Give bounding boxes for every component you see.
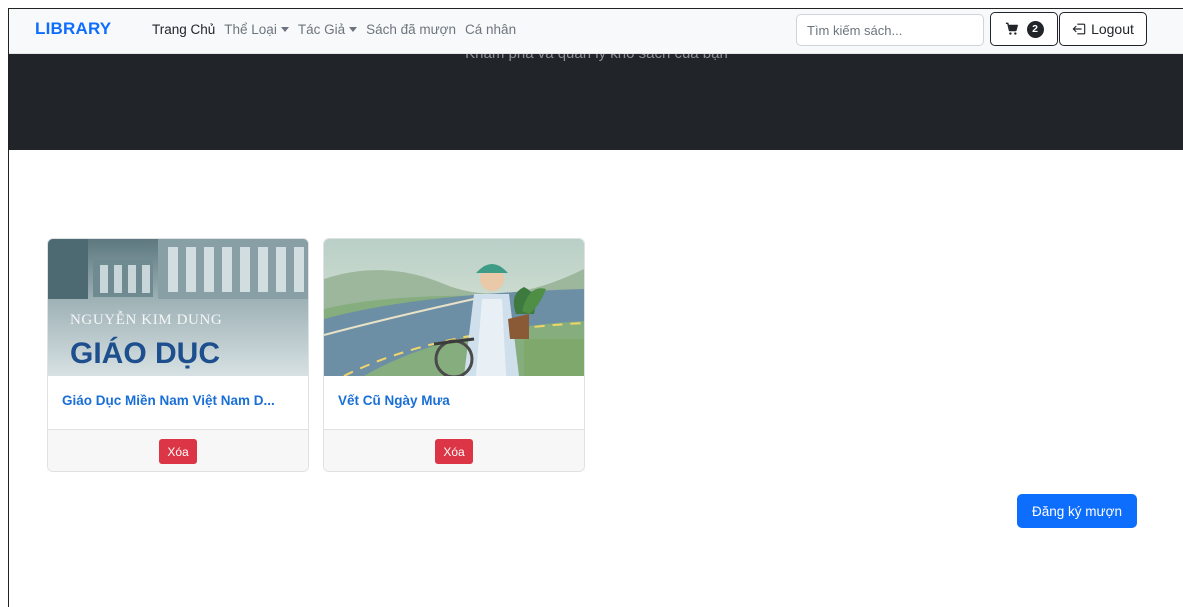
caret-down-icon: [280, 27, 289, 32]
nav-link-home-label: Trang Chủ: [152, 22, 216, 37]
nav-link-borrowed-label: Sách đã mượn: [366, 22, 457, 37]
nav-link-profile[interactable]: Cá nhân: [465, 22, 516, 37]
nav-dropdown-categories-label: Thể Loại: [224, 22, 277, 37]
book-title-link[interactable]: Vết Cũ Ngày Mưa: [338, 393, 574, 408]
nav-dropdown-categories[interactable]: Thể Loại: [224, 22, 289, 37]
book-cover-image[interactable]: NGUYỄN KIM DUNG GIÁO DỤC: [48, 239, 308, 376]
caret-down-icon: [349, 27, 358, 32]
book-card: NGUYỄN KIM DUNG GIÁO DỤC Giáo Dục Miền N…: [47, 238, 309, 472]
cart-icon: [1005, 22, 1018, 35]
nav-dropdown-authors[interactable]: Tác Giả: [297, 22, 358, 37]
cover-author-text: NGUYỄN KIM DUNG: [70, 310, 222, 328]
nav-link-borrowed[interactable]: Sách đã mượn: [366, 22, 456, 37]
hero-subtitle: Khám phá và quản lý kho sách của bạn: [9, 54, 1183, 62]
page-frame: LIBRARY Trang Chủ Thể Loại Tác Giả Sách …: [8, 8, 1183, 607]
card-footer: Xóa: [324, 429, 584, 471]
brand-logo[interactable]: LIBRARY: [35, 19, 111, 39]
nav-link-home[interactable]: Trang Chủ: [152, 22, 215, 37]
nav-links: Trang Chủ Thể Loại Tác Giả Sách đã mượn …: [152, 22, 516, 37]
card-footer: Xóa: [48, 429, 308, 471]
search-input[interactable]: [796, 14, 984, 46]
book-card: Vết Cũ Ngày Mưa Xóa: [323, 238, 585, 472]
book-cover-image[interactable]: [324, 239, 584, 376]
logout-label: Logout: [1091, 21, 1134, 37]
cart-button[interactable]: 2: [990, 12, 1058, 46]
navbar: LIBRARY Trang Chủ Thể Loại Tác Giả Sách …: [9, 9, 1183, 54]
book-title-link[interactable]: Giáo Dục Miền Nam Việt Nam D...: [62, 393, 298, 408]
cover-title-text: GIÁO DỤC: [70, 336, 220, 370]
cart-count-badge: 2: [1026, 20, 1044, 38]
nav-dropdown-authors-label: Tác Giả: [297, 22, 346, 37]
delete-button[interactable]: Xóa: [159, 439, 197, 464]
logout-button[interactable]: Logout: [1059, 12, 1147, 46]
delete-button[interactable]: Xóa: [435, 439, 473, 464]
register-borrow-button[interactable]: Đăng ký mượn: [1017, 494, 1137, 528]
hero-banner: Khám phá và quản lý kho sách của bạn: [9, 54, 1183, 150]
logout-icon: [1072, 23, 1086, 35]
nav-link-profile-label: Cá nhân: [465, 22, 517, 37]
